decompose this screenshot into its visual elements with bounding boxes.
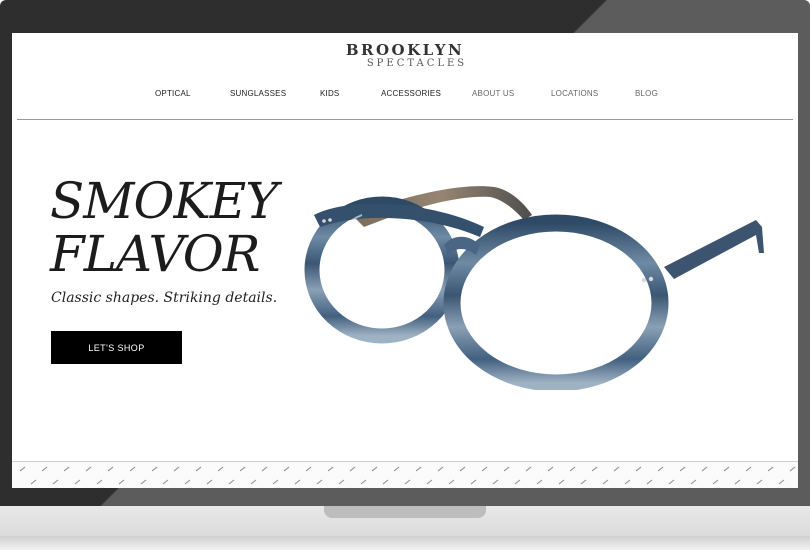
eyeglasses-image[interactable] (294, 175, 764, 390)
nav-item-sunglasses[interactable]: SUNGLASSES (230, 89, 286, 98)
laptop-base-shadow (0, 536, 810, 550)
nav-item-about-us[interactable]: ABOUT US (472, 89, 514, 98)
laptop-bezel: BROOKLYN SPECTACLES OPTICAL SUNGLASSES K… (0, 0, 810, 506)
dash-pattern-icon (19, 466, 796, 485)
hero-title: SMOKEY FLAVOR (50, 175, 310, 281)
lets-shop-button[interactable]: LET'S SHOP (51, 331, 182, 364)
laptop-base (0, 506, 810, 550)
nav-item-accessories[interactable]: ACCESSORIES (381, 89, 441, 98)
laptop-base-notch (324, 506, 486, 518)
hero-title-line1: SMOKEY (50, 172, 278, 230)
brand-name-top: BROOKLYN (345, 41, 465, 59)
nav-item-blog[interactable]: BLOG (635, 89, 658, 98)
hero-subtitle: Classic shapes. Striking details. (51, 290, 278, 306)
nav-item-kids[interactable]: KIDS (320, 89, 339, 98)
brand-logo[interactable]: BROOKLYN SPECTACLES (12, 41, 798, 69)
header-divider (17, 119, 793, 120)
main-nav: OPTICAL SUNGLASSES KIDS ACCESSORIES ABOU… (12, 89, 798, 103)
nav-item-optical[interactable]: OPTICAL (155, 89, 191, 98)
nav-item-locations[interactable]: LOCATIONS (551, 89, 598, 98)
hero-title-line2: FLAVOR (50, 225, 260, 283)
brand-name-bottom: SPECTACLES (366, 58, 468, 69)
decorative-pattern-strip (12, 461, 798, 488)
laptop-screen: BROOKLYN SPECTACLES OPTICAL SUNGLASSES K… (12, 33, 798, 488)
